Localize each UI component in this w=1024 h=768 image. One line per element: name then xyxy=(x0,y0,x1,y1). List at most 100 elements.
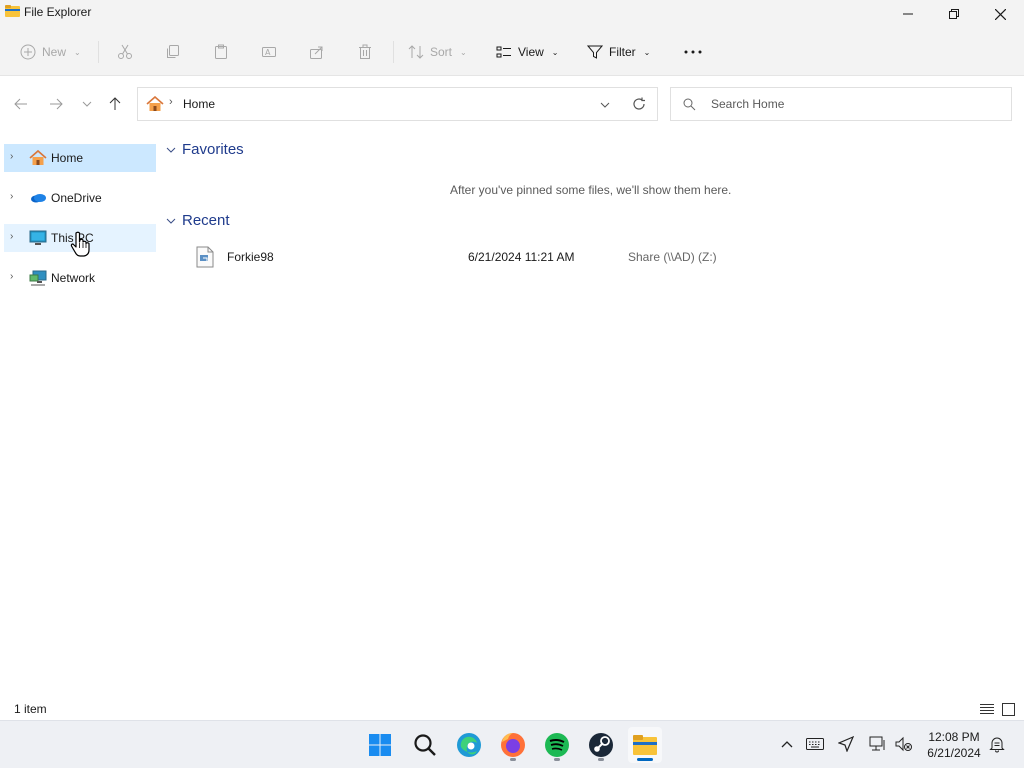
details-view-button[interactable] xyxy=(978,700,996,718)
chevron-right-icon[interactable]: › xyxy=(10,191,13,202)
file-explorer-icon xyxy=(633,735,657,755)
refresh-icon[interactable] xyxy=(632,97,646,111)
notification-bell-icon xyxy=(989,737,1005,753)
view-icon xyxy=(496,46,511,58)
filter-button[interactable]: Filter ⌄ xyxy=(587,40,650,64)
recent-file-row[interactable]: Forkie98 6/21/2024 11:21 AM Share (\\AD)… xyxy=(190,245,890,269)
location-arrow-icon xyxy=(838,736,854,752)
chevron-down-icon[interactable] xyxy=(600,100,610,110)
address-bar[interactable]: › Home xyxy=(137,87,658,121)
copy-button[interactable] xyxy=(165,40,181,64)
volume-button[interactable] xyxy=(893,733,915,755)
close-button[interactable] xyxy=(977,0,1023,28)
chevron-down-icon: ⌄ xyxy=(551,47,559,57)
cut-button[interactable] xyxy=(117,40,133,64)
clock-date: 6/21/2024 xyxy=(927,746,981,760)
rename-icon: A xyxy=(262,47,276,57)
chevron-up-icon xyxy=(781,741,793,748)
chevron-right-icon[interactable]: › xyxy=(10,271,13,282)
share-icon xyxy=(310,46,323,59)
taskbar-firefox[interactable] xyxy=(496,727,530,763)
favorites-header[interactable]: Favorites xyxy=(166,141,244,158)
item-count: 1 item xyxy=(14,702,47,716)
recent-title: Recent xyxy=(182,212,230,229)
close-icon xyxy=(994,8,1006,20)
sidebar-item-home[interactable]: › Home xyxy=(4,144,156,172)
recent-locations-button[interactable] xyxy=(76,93,98,115)
trash-icon xyxy=(359,44,371,59)
share-button[interactable] xyxy=(309,40,325,64)
new-button[interactable]: New ⌄ xyxy=(20,40,81,64)
divider xyxy=(98,41,99,63)
keyboard-button[interactable] xyxy=(804,733,826,755)
network-status-button[interactable] xyxy=(867,733,889,755)
chevron-right-icon: › xyxy=(169,96,173,108)
title-bar: File Explorer xyxy=(0,0,1024,28)
network-icon xyxy=(29,270,47,286)
file-name: Forkie98 xyxy=(227,250,274,264)
chevron-down-icon: ⌄ xyxy=(74,47,81,57)
view-button[interactable]: View ⌄ xyxy=(496,40,559,64)
sidebar-item-onedrive[interactable]: › OneDrive xyxy=(4,184,156,212)
taskbar-edge[interactable] xyxy=(452,727,486,763)
arrow-up-icon xyxy=(109,97,121,110)
large-icons-view-button[interactable] xyxy=(999,700,1017,718)
taskbar-file-explorer[interactable] xyxy=(628,727,662,763)
view-label: View xyxy=(518,45,544,59)
chevron-right-icon[interactable]: › xyxy=(10,231,13,242)
taskbar-search-button[interactable] xyxy=(408,727,442,763)
chevron-right-icon[interactable]: › xyxy=(10,151,13,162)
paste-button[interactable] xyxy=(213,40,229,64)
content-pane: Favorites After you've pinned some files… xyxy=(160,131,1024,697)
file-date: 6/21/2024 11:21 AM xyxy=(468,250,575,264)
forward-button[interactable] xyxy=(45,93,67,115)
show-hidden-icons-button[interactable] xyxy=(776,733,798,755)
home-icon xyxy=(29,149,47,165)
tiles-view-icon xyxy=(1001,702,1015,716)
recent-header[interactable]: Recent xyxy=(166,212,230,229)
new-label: New xyxy=(42,45,67,59)
window-title: File Explorer xyxy=(24,5,92,19)
search-box[interactable]: Search Home xyxy=(670,87,1012,121)
keyboard-icon xyxy=(806,738,824,750)
svg-text:A: A xyxy=(265,48,271,57)
navigation-pane: › Home › OneDrive › This PC › Network xyxy=(0,131,160,697)
address-location[interactable]: Home xyxy=(183,97,215,111)
onedrive-icon xyxy=(31,194,46,203)
favorites-empty-message: After you've pinned some files, we'll sh… xyxy=(450,183,732,197)
search-icon xyxy=(683,98,696,111)
scissors-icon xyxy=(118,44,132,59)
favorites-title: Favorites xyxy=(182,141,244,158)
chevron-down-icon xyxy=(166,218,176,224)
search-input[interactable]: Search Home xyxy=(711,97,784,111)
start-button[interactable] xyxy=(363,727,397,763)
arrow-right-icon xyxy=(50,98,63,110)
search-icon xyxy=(414,734,436,756)
taskbar: 12:08 PM 6/21/2024 xyxy=(0,720,1024,768)
location-button[interactable] xyxy=(835,733,857,755)
steam-icon xyxy=(589,733,613,757)
taskbar-clock[interactable]: 12:08 PM 6/21/2024 xyxy=(922,729,986,761)
taskbar-spotify[interactable] xyxy=(540,727,574,763)
up-button[interactable] xyxy=(104,93,126,115)
volume-muted-icon xyxy=(895,736,912,752)
notifications-button[interactable] xyxy=(986,733,1008,755)
command-bar: New ⌄ A Sort ⌄ View ⌄ Filter ⌄ xyxy=(0,28,1024,76)
restore-button[interactable] xyxy=(931,0,977,28)
sort-button[interactable]: Sort ⌄ xyxy=(408,40,467,64)
taskbar-steam[interactable] xyxy=(584,727,618,763)
delete-button[interactable] xyxy=(357,40,373,64)
see-more-button[interactable] xyxy=(683,40,703,64)
chevron-down-icon xyxy=(166,147,176,153)
spotify-icon xyxy=(545,733,569,757)
rename-button[interactable]: A xyxy=(261,40,277,64)
chevron-down-icon: ⌄ xyxy=(643,47,651,57)
sidebar-item-network[interactable]: › Network xyxy=(4,264,156,292)
firefox-icon xyxy=(501,732,525,757)
back-button[interactable] xyxy=(10,93,32,115)
file-location: Share (\\AD) (Z:) xyxy=(628,250,717,264)
minimize-icon xyxy=(903,13,913,15)
minimize-button[interactable] xyxy=(885,0,931,28)
windows-icon xyxy=(369,734,391,756)
running-indicator xyxy=(598,758,604,761)
